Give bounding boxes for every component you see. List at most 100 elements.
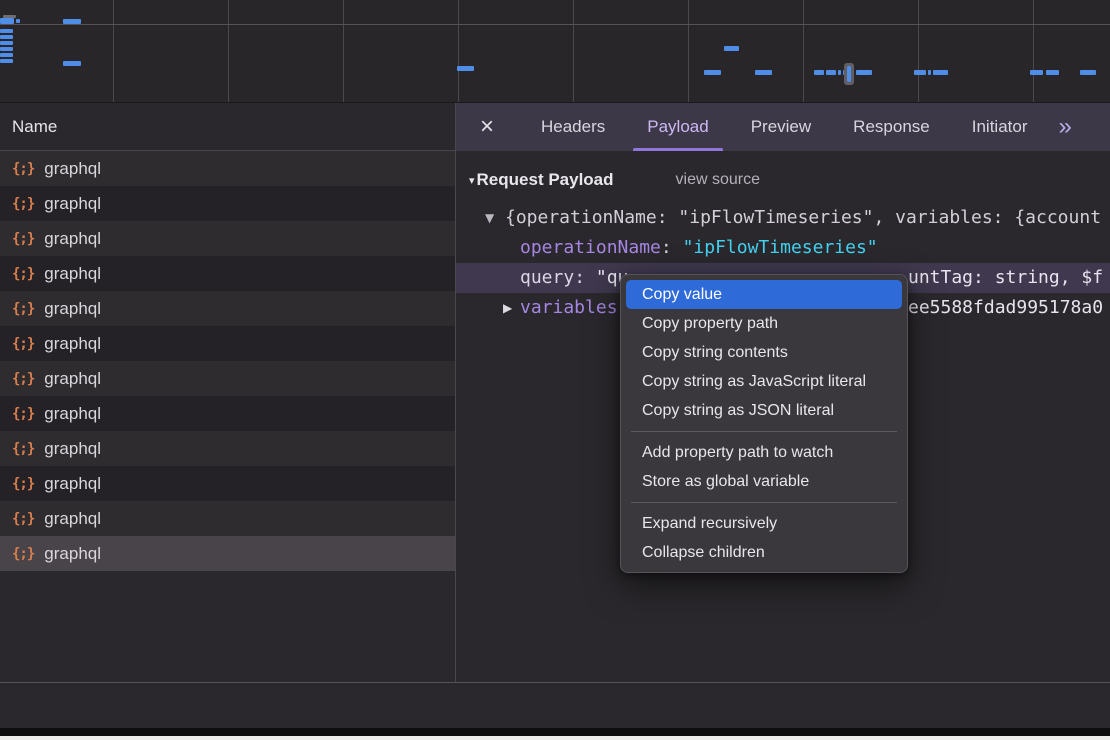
table-row[interactable]: {;}graphql: [0, 431, 455, 466]
more-tabs-icon[interactable]: »: [1058, 115, 1071, 139]
name-column-header[interactable]: Name: [0, 103, 455, 151]
property-key: variables: [520, 297, 618, 318]
request-name: graphql: [44, 509, 101, 529]
request-name: graphql: [44, 194, 101, 214]
request-timing-bar: [814, 70, 824, 75]
window-bottom-bar: [0, 728, 1110, 736]
details-tab-bar: × HeadersPayloadPreviewResponseInitiator…: [456, 103, 1110, 151]
request-timing-bar: [724, 46, 739, 51]
close-icon[interactable]: ×: [470, 115, 504, 139]
tab-preview[interactable]: Preview: [730, 103, 832, 151]
request-timing-bar: [0, 47, 13, 51]
json-braces-icon: {;}: [12, 266, 34, 282]
request-name: graphql: [44, 334, 101, 354]
menu-item-copy-value[interactable]: Copy value: [626, 280, 902, 309]
table-row[interactable]: {;} graphql: [0, 186, 455, 221]
table-row[interactable]: {;} graphql: [0, 326, 455, 361]
json-braces-icon: {;}: [12, 511, 34, 527]
table-row[interactable]: {;}graphql: [0, 396, 455, 431]
payload-root-preview: {operationName: "ipFlowTimeseries", vari…: [505, 203, 1101, 233]
timeline-gridline: [918, 0, 919, 103]
tab-strip: HeadersPayloadPreviewResponseInitiator: [520, 103, 1048, 151]
request-timing-bar: [826, 70, 836, 75]
payload-property-row[interactable]: operationName: "ipFlowTimeseries": [456, 233, 1110, 263]
json-braces-icon: {;}: [12, 406, 34, 422]
menu-separator: [631, 431, 897, 432]
menu-item-collapse-children[interactable]: Collapse children: [621, 538, 907, 567]
menu-item-copy-string-contents[interactable]: Copy string contents: [621, 338, 907, 367]
json-braces-icon: {;}: [12, 196, 34, 212]
request-timing-bar: [16, 19, 20, 23]
devtools-window: Name {;} graphql {;} graphql {;} graphql {;} gr…: [0, 0, 1110, 740]
request-payload-section[interactable]: ▾ Request Payload view source: [456, 165, 1110, 195]
collapsed-arrow-icon[interactable]: ▶: [503, 293, 512, 323]
json-braces-icon: {;}: [12, 231, 34, 247]
table-row[interactable]: {;}graphql: [0, 151, 455, 186]
network-overview-timeline[interactable]: [0, 0, 1110, 103]
menu-item-store-as-global-variable[interactable]: Store as global variable: [621, 467, 907, 496]
timeline-gridline: [458, 0, 459, 103]
view-source-link[interactable]: view source: [676, 171, 760, 189]
timeline-selection-marker-bar: [847, 66, 851, 82]
table-row[interactable]: {;} graphql: [0, 221, 455, 256]
request-timing-bar: [704, 70, 721, 75]
json-braces-icon: {;}: [12, 546, 34, 562]
request-name: graphql: [44, 369, 101, 389]
request-timing-bar: [1080, 70, 1096, 75]
menu-item-copy-property-path[interactable]: Copy property path: [621, 309, 907, 338]
property-key: operationName: [520, 237, 661, 258]
timeline-gridline: [343, 0, 344, 103]
table-row[interactable]: {;} graphql: [0, 361, 455, 396]
request-name: graphql: [44, 439, 101, 459]
request-timing-bar: [838, 70, 841, 75]
expanded-arrow-icon[interactable]: ▼: [485, 203, 494, 233]
table-row[interactable]: {;} graphql: [0, 501, 455, 536]
table-row[interactable]: {;} graphql: [0, 291, 455, 326]
request-timing-bar: [856, 70, 872, 75]
timeline-divider: [0, 24, 1110, 25]
property-value: "ipFlowTimeseries": [683, 237, 878, 258]
request-timing-bar: [0, 53, 13, 57]
request-timing-bar: [63, 61, 81, 66]
tab-initiator[interactable]: Initiator: [951, 103, 1049, 151]
summary-footer: [0, 683, 1110, 728]
property-value-overflow: ee5588fdad995178a0: [908, 293, 1103, 323]
json-braces-icon: {;}: [12, 371, 34, 387]
request-timing-bar: [0, 18, 14, 24]
timeline-gridline: [803, 0, 804, 103]
request-timing-bar: [0, 59, 13, 63]
property-value-overflow: untTag: string, $f: [908, 263, 1103, 293]
request-name: graphql: [44, 474, 101, 494]
request-name: graphql: [44, 264, 101, 284]
request-name: graphql: [44, 229, 101, 249]
table-row[interactable]: {;} graphql: [0, 256, 455, 291]
request-timing-bar: [1030, 70, 1043, 75]
request-timing-bar: [0, 35, 13, 39]
request-timing-bar: [928, 70, 931, 75]
json-braces-icon: {;}: [12, 336, 34, 352]
request-name: graphql: [44, 299, 101, 319]
tab-response[interactable]: Response: [832, 103, 951, 151]
menu-item-expand-recursively[interactable]: Expand recursively: [621, 509, 907, 538]
tab-payload[interactable]: Payload: [626, 103, 729, 151]
request-timing-bar: [0, 41, 13, 45]
table-row[interactable]: {;}graphql: [0, 466, 455, 501]
timeline-gridline: [1033, 0, 1034, 103]
menu-item-copy-string-as-javascript-literal[interactable]: Copy string as JavaScript literal: [621, 367, 907, 396]
menu-separator: [631, 502, 897, 503]
request-name: graphql: [44, 159, 101, 179]
payload-root-row[interactable]: ▼ {operationName: "ipFlowTimeseries", va…: [456, 203, 1110, 233]
section-title: Request Payload: [477, 170, 614, 190]
section-collapse-icon[interactable]: ▾: [469, 174, 475, 187]
table-row[interactable]: {;}graphql: [0, 536, 455, 571]
timeline-gridline: [688, 0, 689, 103]
request-timing-bar: [755, 70, 772, 75]
window-bottom-edge: [0, 736, 1110, 740]
timeline-gridline: [228, 0, 229, 103]
name-column-label: Name: [12, 117, 57, 137]
menu-item-copy-string-as-json-literal[interactable]: Copy string as JSON literal: [621, 396, 907, 425]
property-key: query: [520, 267, 574, 288]
menu-item-add-property-path-to-watch[interactable]: Add property path to watch: [621, 438, 907, 467]
tab-headers[interactable]: Headers: [520, 103, 626, 151]
json-braces-icon: {;}: [12, 301, 34, 317]
